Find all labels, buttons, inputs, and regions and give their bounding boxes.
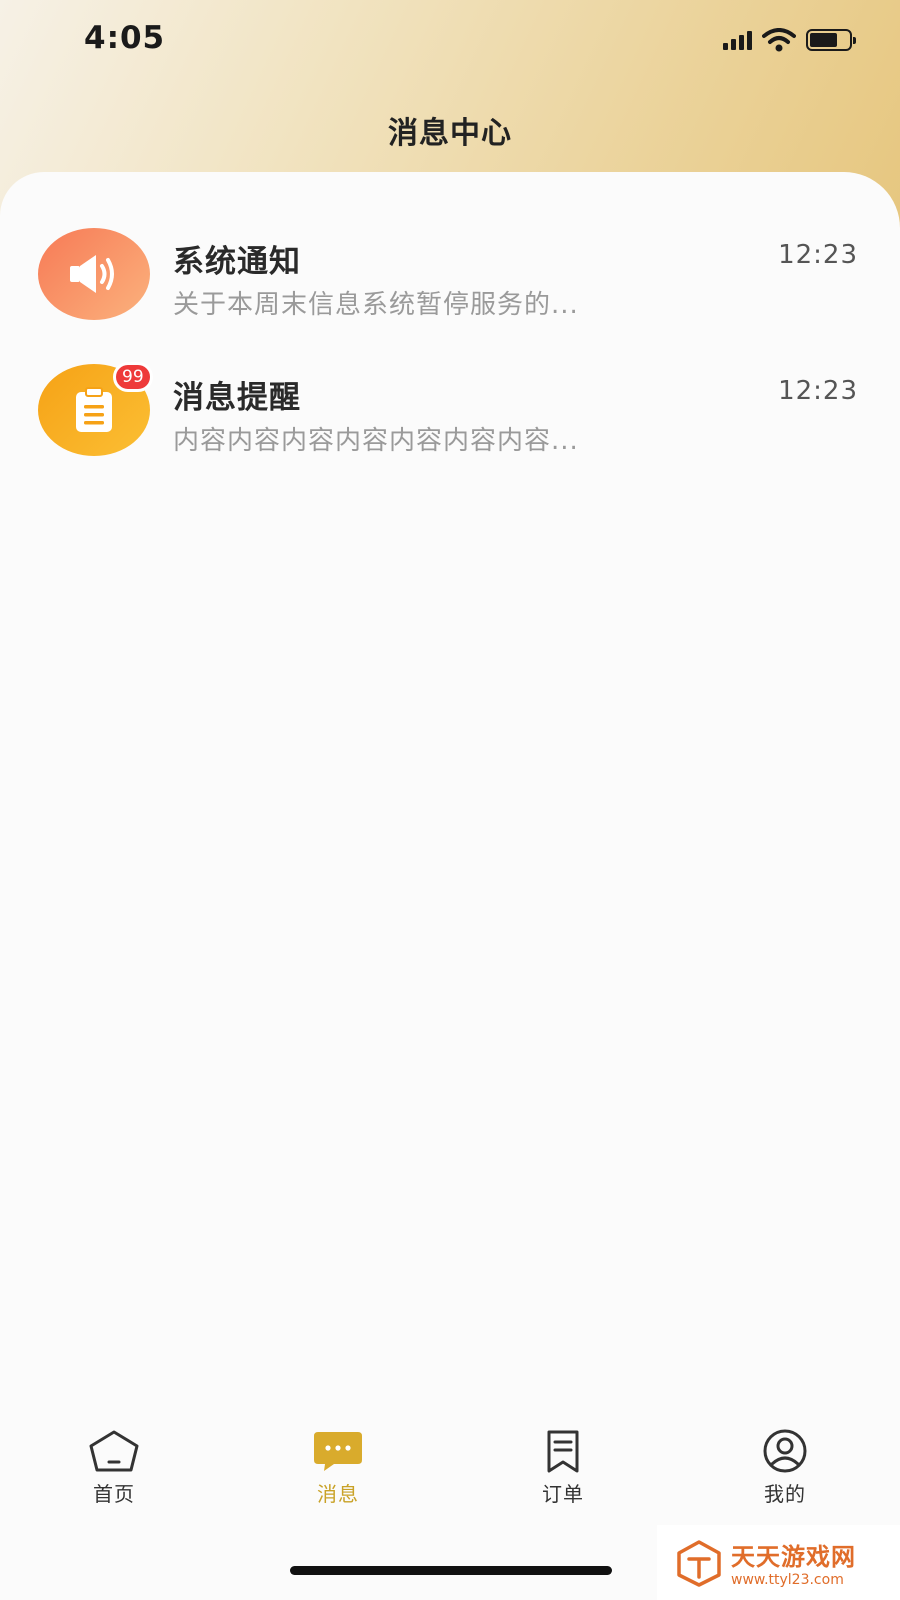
status-bar: 4:05 <box>0 0 900 80</box>
message-list-panel: 系统通知 关于本周末信息系统暂停服务的... 12:23 99 消息提醒 内容内… <box>0 172 900 1600</box>
message-item-reminder[interactable]: 99 消息提醒 内容内容内容内容内容内容内容... 12:23 <box>0 362 900 474</box>
tab-label: 我的 <box>764 1482 806 1506</box>
status-icons <box>723 26 856 54</box>
message-item-system-notice[interactable]: 系统通知 关于本周末信息系统暂停服务的... 12:23 <box>0 228 900 338</box>
tab-profile[interactable]: 我的 <box>725 1428 845 1528</box>
tab-label: 消息 <box>317 1482 359 1506</box>
message-preview: 关于本周末信息系统暂停服务的... <box>173 290 579 320</box>
system-notice-avatar <box>38 228 150 320</box>
speaker-icon <box>70 255 114 293</box>
tab-label: 首页 <box>93 1482 135 1506</box>
watermark-logo-icon <box>677 1539 721 1587</box>
message-title: 消息提醒 <box>173 380 301 416</box>
status-time: 4:05 <box>84 20 166 56</box>
clipboard-icon <box>76 387 112 432</box>
profile-icon <box>763 1429 807 1473</box>
battery-icon <box>806 29 856 51</box>
home-icon <box>89 1430 139 1472</box>
message-time: 12:23 <box>778 240 858 270</box>
bottom-tab-bar: 首页 消息 订单 我的 <box>0 1428 900 1528</box>
watermark: 天天游戏网 www.ttyl23.com <box>657 1525 900 1600</box>
message-title: 系统通知 <box>173 244 301 280</box>
page-title: 消息中心 <box>388 116 512 151</box>
watermark-url: www.ttyl23.com <box>731 1572 844 1588</box>
chat-icon <box>314 1432 362 1471</box>
tab-label: 订单 <box>542 1482 584 1506</box>
tab-orders[interactable]: 订单 <box>503 1428 623 1528</box>
unread-badge: 99 <box>113 362 153 392</box>
tab-messages[interactable]: 消息 <box>278 1428 398 1528</box>
watermark-title: 天天游戏网 <box>731 1543 856 1571</box>
home-indicator[interactable] <box>290 1566 612 1575</box>
message-preview: 内容内容内容内容内容内容内容... <box>173 426 579 456</box>
order-icon <box>547 1430 579 1473</box>
tab-home[interactable]: 首页 <box>54 1428 174 1528</box>
signal-icon <box>723 30 752 50</box>
wifi-icon <box>762 28 796 52</box>
message-time: 12:23 <box>778 376 858 406</box>
